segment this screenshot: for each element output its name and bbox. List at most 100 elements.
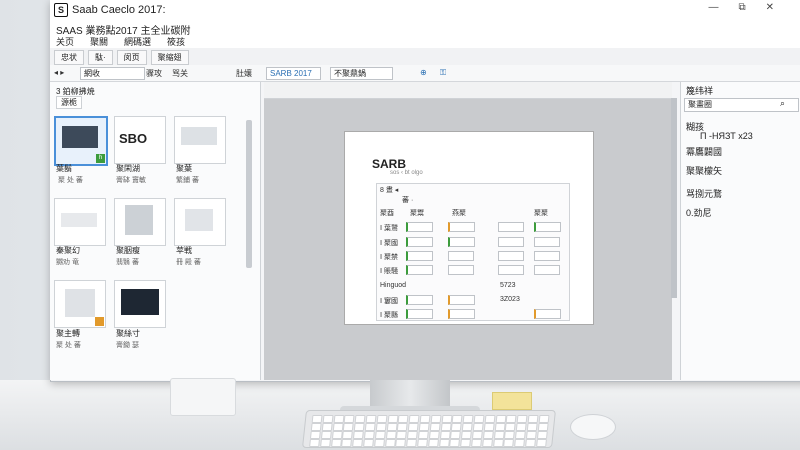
thumbnail-card[interactable] [54, 198, 106, 246]
toolbar-button[interactable]: 肚孃 [236, 68, 252, 79]
nav-arrows-icon[interactable]: ◂ ▸ [54, 68, 64, 77]
tab[interactable]: 忠状 [54, 50, 84, 65]
keyboard-key [321, 423, 333, 431]
property-item[interactable]: 0.劲尼 [686, 206, 712, 219]
keyboard-key [322, 415, 334, 423]
thumbnail-card[interactable] [174, 198, 226, 246]
tab[interactable]: 闵页 [116, 50, 147, 65]
keyboard-key [398, 415, 409, 423]
keyboard-key [385, 431, 397, 439]
table-cell [498, 237, 524, 247]
keyboard-key [527, 415, 539, 423]
toolbar-button[interactable]: 骤攻 [146, 68, 162, 79]
keyboard-key [438, 439, 450, 447]
keyboard-key [430, 415, 442, 423]
thumbnail-card[interactable] [114, 280, 166, 328]
panel-scrollbar[interactable] [246, 120, 252, 268]
title-bar: S Saab Caeclo 2017: — ⧉ ✕ [50, 0, 800, 20]
keyboard-key [417, 439, 428, 447]
menu-item[interactable]: 关页 [56, 35, 74, 48]
keyboard-key [461, 423, 473, 431]
table-filter[interactable]: 蕃 · [402, 195, 413, 205]
keyboard-key [461, 431, 472, 439]
keyboard-key [441, 415, 453, 423]
canvas-scrollbar[interactable] [671, 98, 677, 298]
keyboard-key [494, 423, 506, 431]
keyboard-key [537, 423, 549, 431]
table-cell [498, 222, 524, 232]
zoom-icon[interactable]: ⊕ [420, 68, 427, 77]
keyboard-key [310, 423, 322, 431]
panel-filter[interactable]: 源栀 [56, 96, 82, 109]
keyboard-key [364, 423, 376, 431]
keyboard-key [472, 423, 484, 431]
close-button[interactable]: ✕ [766, 2, 774, 13]
table-cell [406, 237, 433, 247]
keyboard-key [440, 423, 452, 431]
item-label: 秦聚幻 [56, 246, 80, 255]
item-label: 聚葉 [176, 164, 192, 173]
tab[interactable]: 駄· [88, 50, 113, 65]
keyboard-key [406, 439, 418, 447]
menu-item[interactable]: 聚關 [90, 35, 108, 48]
menu-item[interactable]: 網碼選 [124, 35, 151, 48]
toolbar-button[interactable]: 骂关 [172, 68, 188, 79]
keyboard-key [452, 415, 463, 423]
maximize-button[interactable]: ⧉ [738, 2, 745, 13]
thumbnail-card[interactable] [114, 198, 166, 246]
tab[interactable]: 聚縮翅 [150, 50, 189, 65]
keyboard-key [320, 431, 332, 439]
keyboard-key [419, 415, 431, 423]
lock-icon[interactable]: ⚿ [440, 68, 446, 78]
table-cell [534, 265, 560, 275]
keyboard-key [376, 415, 388, 423]
keyboard-key [408, 415, 420, 423]
thumbnail-card[interactable]: h [54, 116, 108, 166]
column-header: 聚鬻 [410, 210, 424, 217]
keyboard-key [439, 431, 451, 439]
path-field[interactable]: 網收 [80, 67, 145, 80]
document-subtitle: sos ‹ bt olgo [390, 170, 423, 176]
keyboard-key [332, 423, 344, 431]
keyboard-key [333, 415, 345, 423]
column-header: 聚酉 [380, 210, 394, 217]
table-row-label: Ⅰ 聚縣 [380, 312, 399, 319]
keyboard-key [482, 431, 494, 439]
property-value: П -НЯЗТ х23 [700, 131, 753, 141]
keyboard-key [428, 431, 440, 439]
thumbnail-card[interactable] [54, 280, 106, 328]
keyboard-key [493, 431, 505, 439]
keyboard-key [525, 431, 537, 439]
property-item[interactable]: 骂捌元鶩 [686, 187, 722, 200]
thumbnail-card[interactable] [174, 116, 226, 164]
menu-list: 关页 聚關 網碼選 筱孩 [56, 35, 185, 48]
thumbnail-card[interactable]: SBO [114, 116, 166, 164]
document-logo: SARB [372, 157, 407, 171]
item-label: 聚主轉 [56, 329, 80, 338]
keyboard-key [515, 431, 526, 439]
keyboard-key [473, 415, 485, 423]
table-cell [534, 309, 561, 319]
search-icon[interactable]: ⌕ [780, 98, 785, 109]
minimize-button[interactable]: — [708, 2, 718, 13]
keyboard-key [526, 423, 538, 431]
menu-item[interactable]: 筱孩 [167, 35, 185, 48]
item-label: 聚絲寸 [116, 329, 140, 338]
document-field[interactable]: SARB 2017 [266, 67, 321, 80]
table-row-label: Ⅰ 賬騒 [380, 268, 399, 275]
table-row-label: Ⅰ 聚國 [380, 240, 399, 247]
keyboard-key [344, 415, 355, 423]
table-cell [498, 251, 524, 261]
warning-badge-icon [95, 317, 104, 326]
property-item[interactable]: 冪鷹闢國 [686, 145, 722, 158]
item-sub: 膏缽 竇敏 [116, 177, 146, 184]
keyboard-key [462, 415, 474, 423]
property-item[interactable]: 聚聚檬矢 [686, 164, 722, 177]
keyboard-key [417, 431, 429, 439]
thumb-image [61, 213, 97, 227]
keyboard-key [503, 439, 515, 447]
view-select[interactable]: 不聚鼎鍋 [330, 67, 393, 80]
column-header: 燕聚 [452, 210, 466, 217]
keyboard-key [309, 431, 321, 439]
keyboard-key [492, 439, 504, 447]
